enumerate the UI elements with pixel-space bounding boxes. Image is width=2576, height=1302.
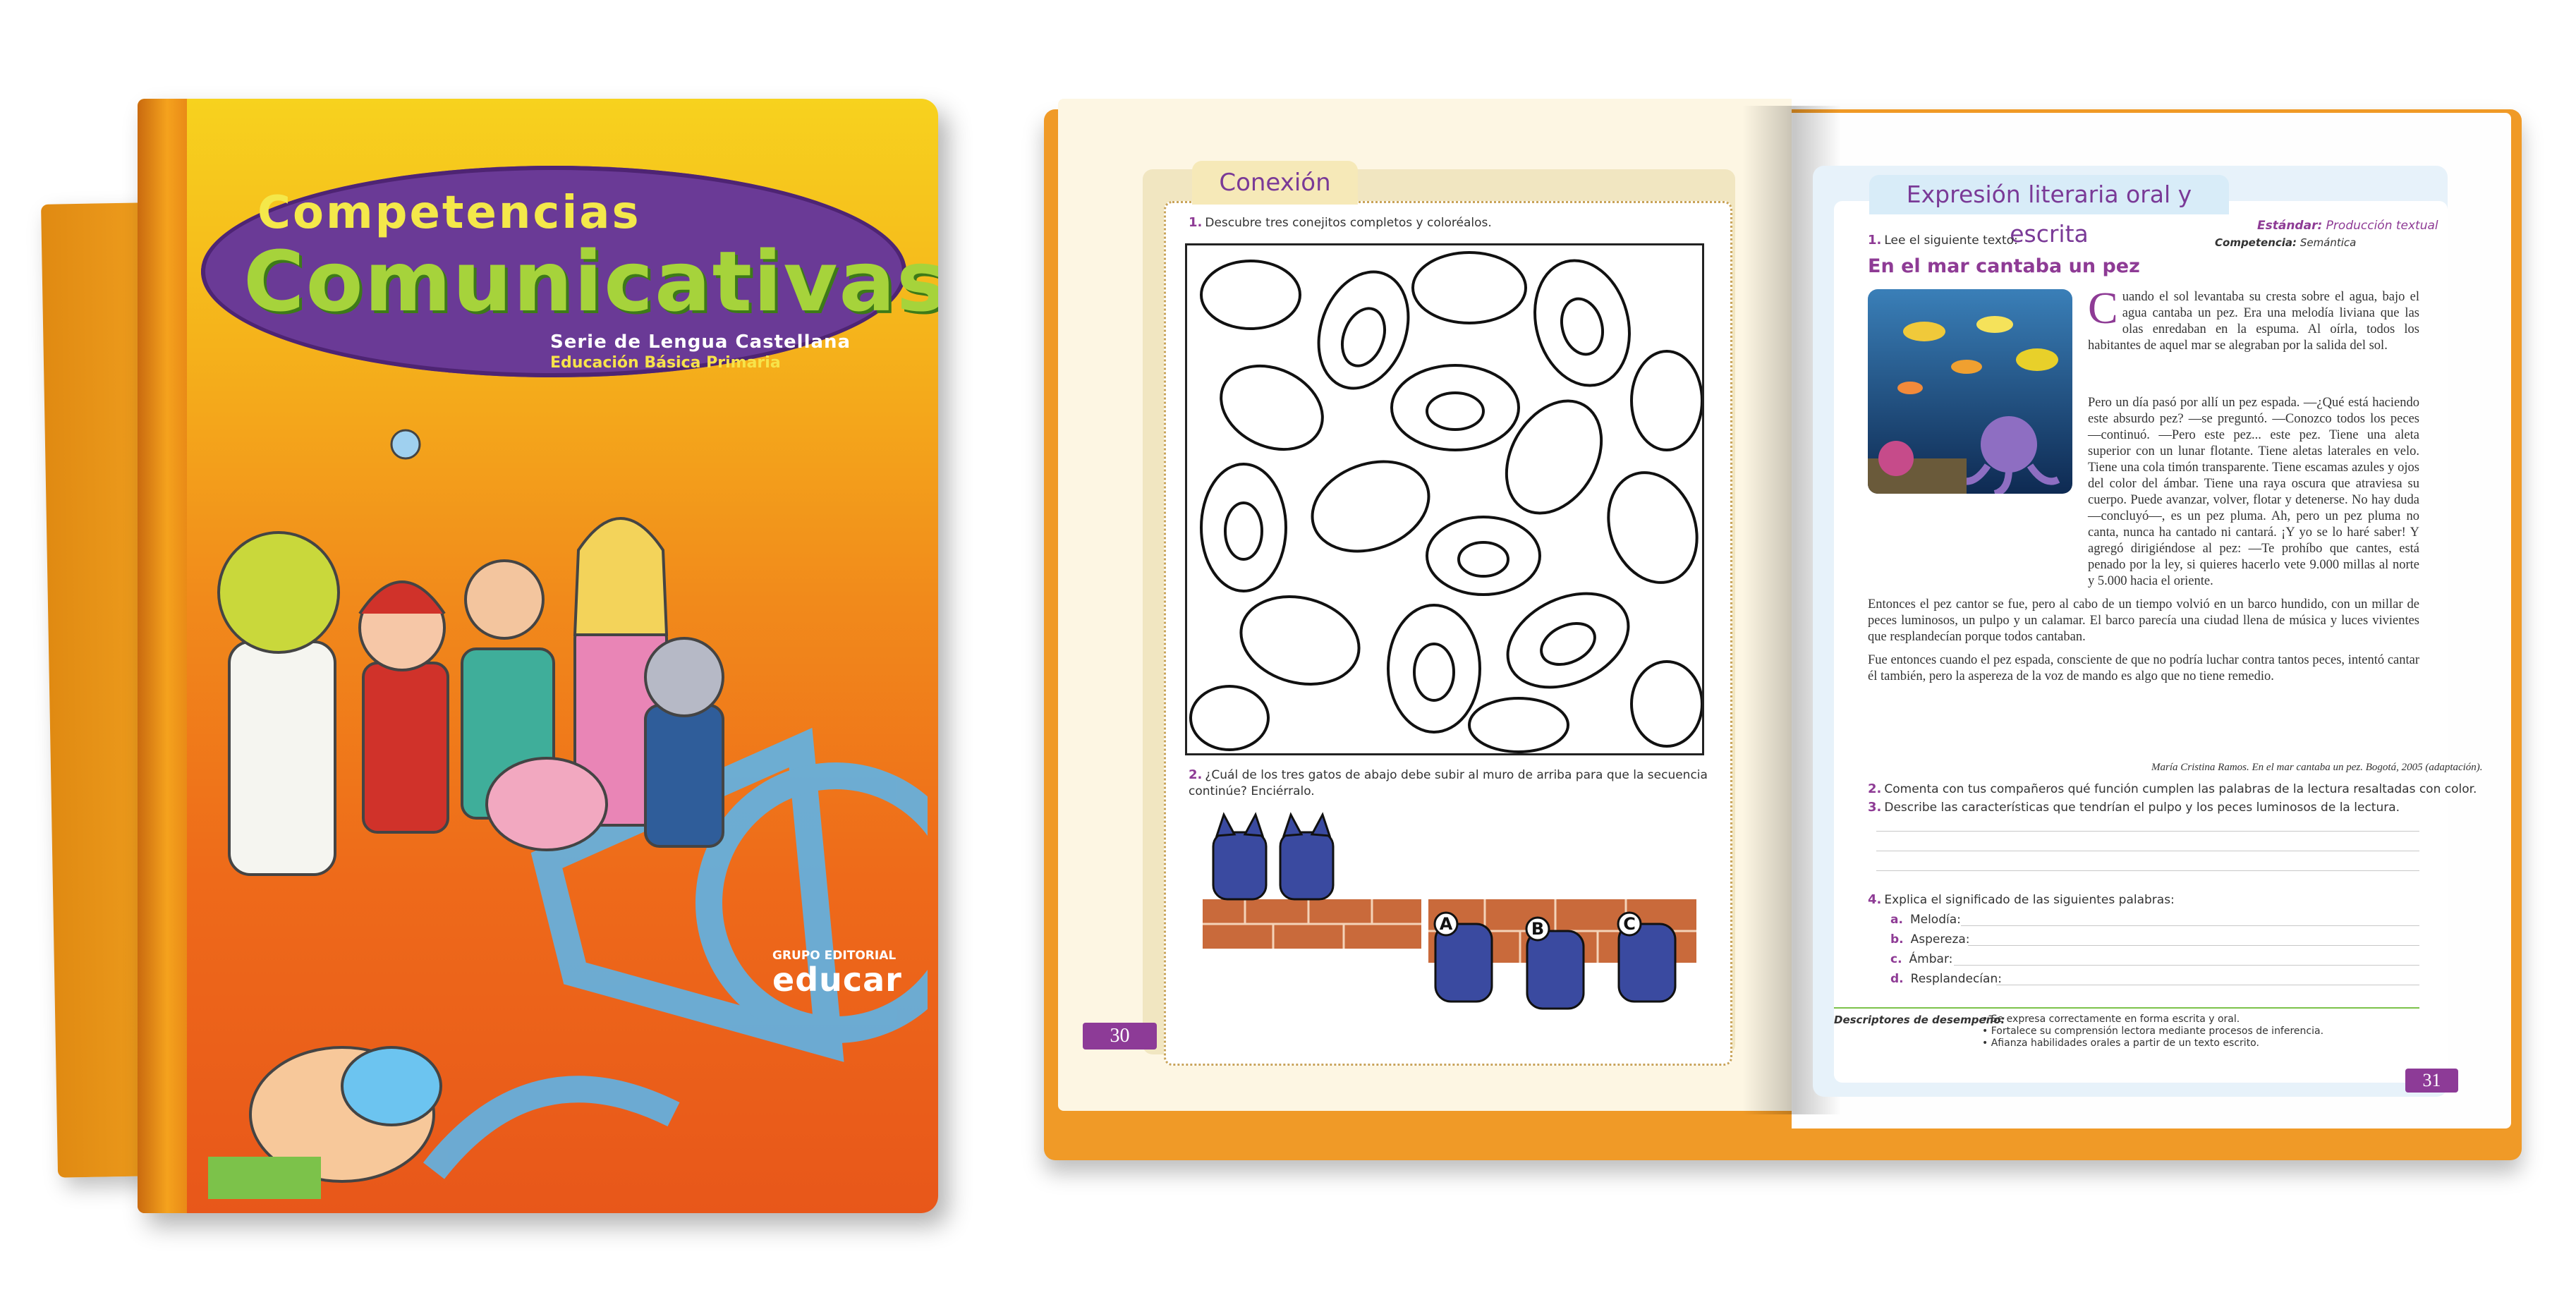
cover-title-line2: Comunicativas bbox=[243, 233, 938, 330]
left-question-2: 2. ¿Cuál de los tres gatos de abajo debe… bbox=[1189, 767, 1711, 800]
answer-line[interactable] bbox=[1961, 925, 2419, 926]
question-number: 3. bbox=[1868, 800, 1882, 815]
story-paragraph-1-text: uando el sol levantaba su cresta sobre e… bbox=[2088, 290, 2419, 353]
vocab-item-b: b. Aspereza: bbox=[1890, 932, 1970, 947]
book-cover: Competencias Comunicativas Serie de Leng… bbox=[138, 99, 938, 1213]
competencia-key: Competencia: bbox=[2215, 236, 2297, 249]
estandar-value: Producción textual bbox=[2326, 219, 2438, 233]
question-text: Explica el significado de las siguientes… bbox=[1884, 893, 2175, 907]
question-number: 4. bbox=[1868, 892, 1882, 907]
lower-cats bbox=[1434, 923, 1677, 1010]
cats-sequence-illustration: A B C bbox=[1203, 812, 1696, 1010]
question-text: Lee el siguiente texto: bbox=[1884, 233, 2018, 248]
question-number: 2. bbox=[1868, 781, 1882, 796]
story-paragraph-1: Cuando el sol levantaba su cresta sobre … bbox=[2088, 283, 2419, 354]
story-text-body: Pero un día pasó por allí un pez espada.… bbox=[1868, 395, 2419, 692]
right-question-2: 2. Comenta con tus compañeros qué funció… bbox=[1868, 781, 2477, 796]
story-paragraph-2: Pero un día pasó por allí un pez espada.… bbox=[2088, 396, 2419, 588]
option-c-label: C bbox=[1623, 914, 1636, 934]
vocab-item-d: d. Resplandecían: bbox=[1890, 972, 2002, 986]
estandar-key: Estándar: bbox=[2257, 219, 2323, 233]
right-question-3: 3. Describe las características que tend… bbox=[1868, 800, 2400, 815]
dropcap: C bbox=[2088, 283, 2118, 333]
cover-series: Serie de Lengua Castellana bbox=[550, 331, 851, 353]
competencia-label: Competencia: Semántica bbox=[2215, 236, 2356, 249]
descriptor-item: • Afianza habilidades orales a partir de… bbox=[1982, 1038, 2259, 1049]
vocab-item-a: a. Melodía: bbox=[1890, 913, 1961, 927]
question-number: 1. bbox=[1189, 215, 1203, 230]
cover-title-line1: Competencias bbox=[257, 187, 641, 239]
descriptores-list: • Se expresa correctamente en forma escr… bbox=[1982, 1014, 2323, 1049]
competencia-value: Semántica bbox=[2299, 236, 2357, 249]
upper-cats bbox=[1212, 812, 1335, 901]
story-citation: María Cristina Ramos. En el mar cantaba … bbox=[2151, 762, 2483, 773]
section-tab-expresion: Expresión literaria oral y escrita bbox=[1869, 175, 2229, 248]
option-b-label: B bbox=[1531, 919, 1544, 939]
descriptor-item: • Fortalece su comprensión lectora media… bbox=[1982, 1026, 2324, 1037]
estandar-label: Estándar: Producción textual bbox=[2257, 219, 2438, 233]
hidden-rabbits-puzzle bbox=[1185, 243, 1704, 755]
question-text: Descubre tres conejitos completos y colo… bbox=[1205, 216, 1492, 230]
right-question-1: 1. Lee el siguiente texto: bbox=[1868, 233, 2018, 248]
descriptor-item: • Se expresa correctamente en forma escr… bbox=[1982, 1014, 2240, 1025]
question-number: 1. bbox=[1868, 233, 1882, 248]
story-paragraph-3: Entonces el pez cantor se fue, pero al c… bbox=[1868, 597, 2419, 644]
upper-wall bbox=[1203, 899, 1421, 949]
question-text: ¿Cuál de los tres gatos de abajo debe su… bbox=[1189, 768, 1708, 798]
vocab-item-c: c. Ámbar: bbox=[1890, 952, 1953, 966]
cover-illustration bbox=[208, 429, 928, 1199]
question-text: Comenta con tus compañeros qué función c… bbox=[1884, 782, 2477, 796]
left-question-1: 1. Descubre tres conejitos completos y c… bbox=[1189, 215, 1492, 230]
answer-line[interactable] bbox=[1968, 945, 2419, 946]
story-paragraph-4: Fue entonces cuando el pez espada, consc… bbox=[1868, 653, 2419, 683]
descriptores-label: Descriptores de desempeño: bbox=[1834, 1014, 2005, 1026]
story-text-top: Cuando el sol levantaba su cresta sobre … bbox=[2088, 283, 2419, 361]
question-number: 2. bbox=[1189, 767, 1203, 782]
publisher-logo: educar bbox=[772, 961, 902, 999]
characters-group bbox=[217, 429, 724, 876]
option-a-label: A bbox=[1440, 914, 1453, 934]
cover-level: Educación Básica Primaria bbox=[550, 354, 781, 372]
right-question-4: 4. Explica el significado de las siguien… bbox=[1868, 892, 2175, 907]
descriptores-divider bbox=[1834, 1007, 2419, 1009]
page-number-right: 31 bbox=[2405, 1069, 2458, 1093]
question-text: Describe las características que tendría… bbox=[1884, 801, 2400, 815]
page-number-left: 30 bbox=[1083, 1023, 1157, 1049]
story-title: En el mar cantaba un pez bbox=[1868, 255, 2140, 277]
answer-line[interactable] bbox=[1954, 965, 2419, 966]
section-tab-conexion: Conexión bbox=[1192, 161, 1358, 205]
answer-line[interactable] bbox=[1876, 831, 2419, 832]
answer-line[interactable] bbox=[1876, 870, 2419, 871]
